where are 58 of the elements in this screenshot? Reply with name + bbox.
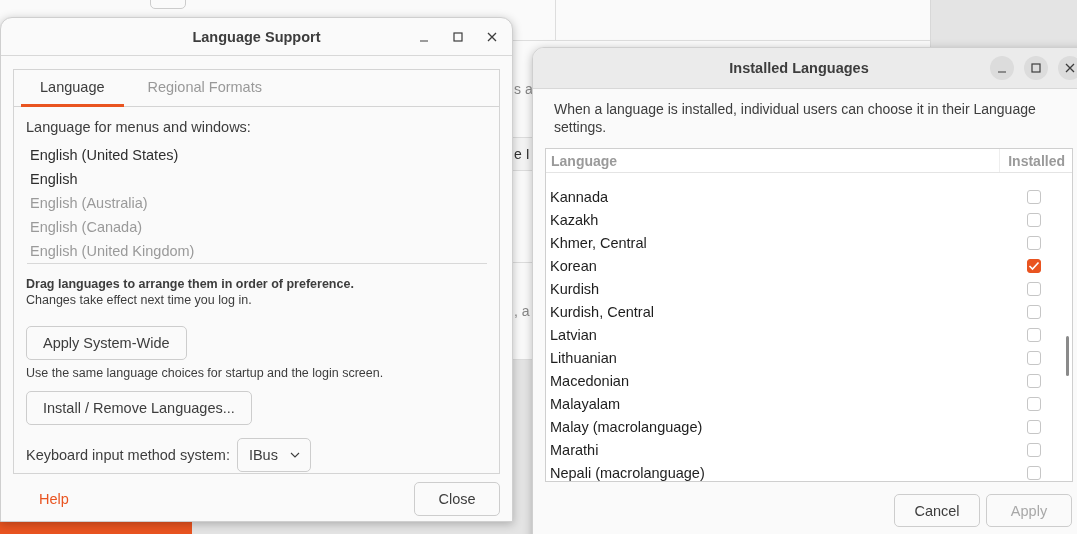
chevron-down-icon xyxy=(289,452,300,458)
installed-checkbox[interactable] xyxy=(1027,350,1041,365)
window-title: Installed Languages xyxy=(729,60,869,76)
installed-checkbox[interactable] xyxy=(1027,419,1041,434)
language-name: Kazakh xyxy=(550,211,599,228)
language-name: Kannada xyxy=(550,188,609,205)
installed-checkbox[interactable] xyxy=(1027,327,1041,342)
input-method-dropdown[interactable]: IBus xyxy=(236,438,311,472)
background-text: , a xyxy=(514,303,530,320)
language-item[interactable]: English (United States) xyxy=(30,143,487,167)
language-name: Kurdish xyxy=(550,280,600,297)
language-name: Khmer, Central xyxy=(550,234,647,251)
language-item[interactable]: English xyxy=(30,167,487,191)
window-title: Language Support xyxy=(192,28,321,45)
drag-hint: Drag languages to arrange them in order of preference. xyxy=(26,277,355,291)
language-name: Lithuanian xyxy=(550,349,617,366)
language-name: Malay (macrolanguage) xyxy=(550,418,703,435)
apply-system-wide-button[interactable]: Apply System-Wide xyxy=(26,326,187,360)
section-label: Language for menus and windows: xyxy=(26,119,252,135)
close-icon xyxy=(1065,63,1075,73)
language-name: Korean xyxy=(550,257,597,274)
minimize-button[interactable] xyxy=(990,56,1014,80)
scrollbar[interactable] xyxy=(1066,336,1069,376)
minimize-icon xyxy=(420,39,428,42)
maximize-icon xyxy=(1031,63,1041,73)
language-name: Malayalam xyxy=(550,395,621,412)
installed-checkbox[interactable] xyxy=(1027,189,1041,204)
check-icon xyxy=(1028,260,1040,271)
apply-note: Use the same language choices for startup and the login screen. xyxy=(26,366,385,380)
language-name: Latvian xyxy=(550,326,597,343)
installed-checkbox[interactable] xyxy=(1027,304,1041,319)
background-text: s a xyxy=(514,80,533,97)
close-icon xyxy=(487,31,497,42)
keyboard-label: Keyboard input method system: xyxy=(26,447,230,463)
tab[interactable]: Language xyxy=(21,70,124,107)
installed-checkbox[interactable] xyxy=(1027,235,1041,250)
language-name: Marathi xyxy=(550,441,599,458)
minimize-icon xyxy=(998,71,1006,73)
installed-checkbox[interactable] xyxy=(1027,373,1041,388)
help-link[interactable]: Help xyxy=(27,491,81,507)
close-dialog-button[interactable]: Close xyxy=(414,482,500,516)
close-button[interactable] xyxy=(1058,56,1077,80)
cancel-button[interactable]: Cancel xyxy=(894,494,980,527)
language-name: Macedonian xyxy=(550,372,629,389)
background-text: e I xyxy=(514,146,530,162)
installed-checkbox[interactable] xyxy=(1027,442,1041,457)
changes-note: Changes take effect next time you log in. xyxy=(26,293,253,307)
language-name: Nepali (macrolanguage) xyxy=(550,464,705,481)
installed-checkbox[interactable] xyxy=(1027,212,1041,227)
maximize-button[interactable] xyxy=(1024,56,1048,80)
installed-checkbox[interactable] xyxy=(1027,396,1041,411)
description-text: When a language is installed, individual users can choose it in their Language settings. xyxy=(553,100,1037,136)
installed-checkbox[interactable] xyxy=(1027,258,1041,273)
language-name: Kurdish, Central xyxy=(550,303,654,320)
installed-checkbox[interactable] xyxy=(1027,281,1041,296)
install-remove-button[interactable]: Install / Remove Languages... xyxy=(26,391,252,425)
maximize-icon xyxy=(453,31,463,42)
installed-checkbox[interactable] xyxy=(1027,465,1041,480)
